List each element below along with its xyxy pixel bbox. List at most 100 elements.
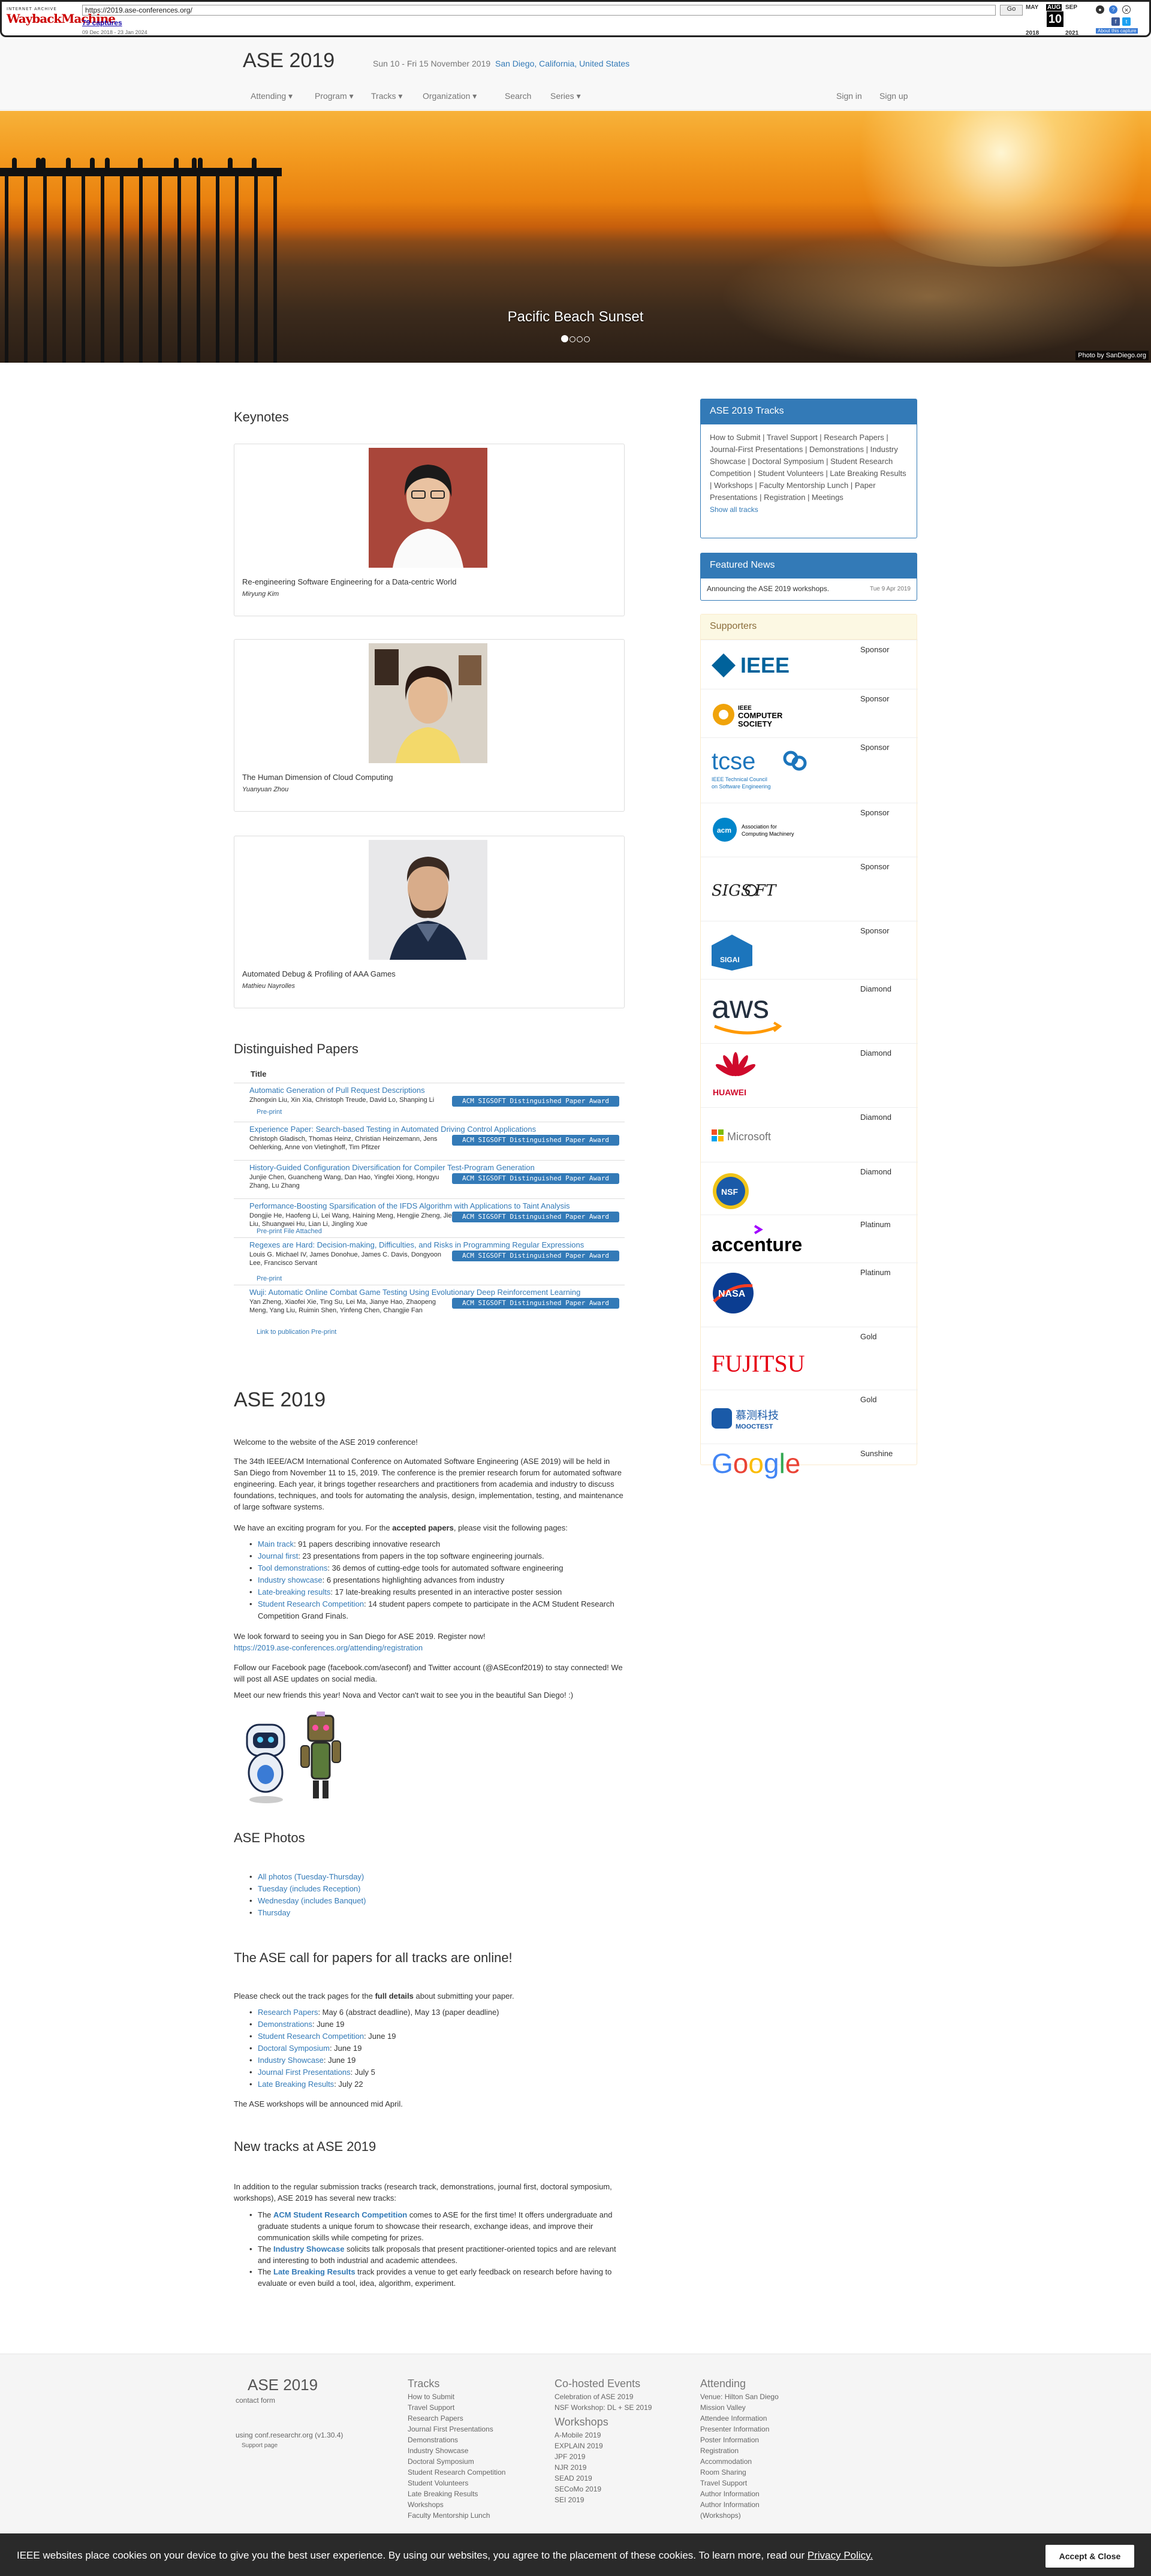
- location-link[interactable]: San Diego, California, United States: [495, 59, 629, 68]
- month-next[interactable]: SEP: [1065, 4, 1077, 11]
- footer-link[interactable]: Industry Showcase: [408, 2445, 505, 2456]
- wayback-captures-link[interactable]: 79 captures: [82, 19, 122, 27]
- footer-link[interactable]: SEI 2019: [555, 2494, 652, 2505]
- footer-link[interactable]: Research Papers: [408, 2413, 505, 2424]
- footer-link[interactable]: A-Mobile 2019: [555, 2430, 652, 2441]
- contact-form-link[interactable]: contact form: [236, 2395, 343, 2406]
- track-link[interactable]: Tool demonstrations: [258, 1563, 327, 1572]
- supporter-row[interactable]: SIGS FT Sponsor: [701, 857, 918, 921]
- photos-link[interactable]: All photos (Tuesday-Thursday): [258, 1872, 364, 1881]
- track-link[interactable]: Demonstrations: [258, 2020, 312, 2029]
- photos-link[interactable]: Thursday: [258, 1908, 290, 1917]
- footer-link[interactable]: Poster Information: [700, 2435, 790, 2445]
- user-icon[interactable]: ●: [1096, 5, 1104, 14]
- footer-link[interactable]: Travel Support: [408, 2402, 505, 2413]
- footer-link[interactable]: Journal First Presentations: [408, 2424, 505, 2435]
- month-prev[interactable]: MAY: [1026, 4, 1038, 11]
- photos-link[interactable]: Tuesday (includes Reception): [258, 1884, 361, 1893]
- keynote-title[interactable]: The Human Dimension of Cloud Computing: [242, 773, 393, 782]
- supporter-row[interactable]: aws Diamond: [701, 979, 918, 1043]
- nav-program[interactable]: Program ▾: [315, 91, 354, 101]
- footer-brand[interactable]: ASE 2019: [248, 2377, 343, 2393]
- paper-title[interactable]: Experience Paper: Search-based Testing i…: [249, 1125, 609, 1134]
- track-link[interactable]: Industry showcase: [258, 1575, 323, 1584]
- footer-link[interactable]: Celebration of ASE 2019: [555, 2391, 652, 2402]
- carousel-dot[interactable]: [561, 335, 568, 342]
- track-link[interactable]: Student Research Competition: [258, 1599, 364, 1608]
- sign-up-link[interactable]: Sign up: [879, 91, 908, 101]
- close-icon[interactable]: ✕: [1122, 5, 1131, 14]
- privacy-policy-link[interactable]: Privacy Policy.: [807, 2550, 873, 2561]
- track-link[interactable]: Doctoral Symposium: [258, 2044, 330, 2053]
- footer-link[interactable]: Venue: Hilton San Diego Mission Valley: [700, 2391, 790, 2413]
- registration-link[interactable]: https://2019.ase-conferences.org/attendi…: [234, 1643, 423, 1652]
- supporter-row[interactable]: Microsoft Diamond: [701, 1107, 918, 1162]
- track-link[interactable]: Late-breaking results: [258, 1587, 330, 1596]
- footer-link[interactable]: Workshops: [408, 2499, 505, 2510]
- accept-close-button[interactable]: Accept & Close: [1045, 2545, 1134, 2568]
- tracks-links[interactable]: How to Submit | Travel Support | Researc…: [710, 432, 908, 504]
- about-capture-link[interactable]: About this capture: [1096, 28, 1138, 34]
- keynote-title[interactable]: Automated Debug & Profiling of AAA Games: [242, 969, 396, 978]
- supporter-row[interactable]: HUAWEI Diamond: [701, 1043, 918, 1107]
- carousel-dot[interactable]: [570, 336, 576, 342]
- hero-carousel[interactable]: Pacific Beach Sunset Photo by SanDiego.o…: [0, 111, 1151, 363]
- nav-tracks[interactable]: Tracks ▾: [371, 91, 402, 101]
- wayback-logo[interactable]: INTERNET ARCHIVE WaybackMachine: [7, 7, 116, 33]
- footer-link[interactable]: NJR 2019: [555, 2462, 652, 2473]
- keynote-speaker[interactable]: Yuanyuan Zhou: [242, 786, 288, 793]
- footer-link[interactable]: Student Volunteers: [408, 2478, 505, 2488]
- paper-links[interactable]: Pre-print File Attached: [257, 1228, 322, 1235]
- show-all-tracks-link[interactable]: Show all tracks: [710, 505, 758, 514]
- paper-links[interactable]: Pre-print: [257, 1275, 282, 1282]
- track-link[interactable]: Journal First Presentations: [258, 2068, 351, 2077]
- footer-link[interactable]: Travel Support: [700, 2478, 790, 2488]
- footer-link[interactable]: JPF 2019: [555, 2451, 652, 2462]
- keynote-speaker[interactable]: Mathieu Nayrolles: [242, 983, 295, 990]
- facebook-icon[interactable]: f: [1111, 17, 1120, 26]
- footer-link[interactable]: Registration: [700, 2445, 790, 2456]
- track-link[interactable]: Research Papers: [258, 2008, 318, 2017]
- supporter-row[interactable]: acm Association for Computing Machinery Sp…: [701, 803, 918, 857]
- keynote-speaker[interactable]: Miryung Kim: [242, 590, 279, 598]
- track-link[interactable]: Late Breaking Results: [258, 2080, 334, 2089]
- track-link[interactable]: ACM Student Research Competition: [273, 2210, 407, 2219]
- paper-title[interactable]: Performance-Boosting Sparsification of t…: [249, 1201, 609, 1210]
- twitter-icon[interactable]: t: [1122, 17, 1131, 26]
- powered-by-link[interactable]: using conf.researchr.org (v1.30.4): [236, 2430, 343, 2441]
- track-link[interactable]: Journal first: [258, 1551, 298, 1560]
- supporter-row[interactable]: IEEE COMPUTER SOCIETY Sponsor: [701, 689, 918, 737]
- footer-link[interactable]: Author Information (Workshops): [700, 2499, 772, 2521]
- nav-series[interactable]: Series ▾: [550, 91, 581, 101]
- year-prev[interactable]: 2018: [1026, 30, 1039, 37]
- track-link[interactable]: Main track: [258, 1539, 294, 1548]
- photos-link[interactable]: Wednesday (includes Banquet): [258, 1896, 366, 1905]
- footer-link[interactable]: Attendee Information: [700, 2413, 790, 2424]
- footer-link[interactable]: Doctoral Symposium: [408, 2456, 505, 2467]
- supporter-row[interactable]: Google Sunshine: [701, 1444, 918, 1479]
- footer-link[interactable]: Late Breaking Results: [408, 2488, 505, 2499]
- footer-link[interactable]: How to Submit: [408, 2391, 505, 2402]
- supporter-row[interactable]: accenture Platinum: [701, 1215, 918, 1263]
- track-link[interactable]: Industry Showcase: [258, 2056, 324, 2065]
- footer-link[interactable]: Author Information: [700, 2488, 790, 2499]
- keynote-title[interactable]: Re-engineering Software Engineering for …: [242, 577, 456, 586]
- track-link[interactable]: Student Research Competition: [258, 2032, 364, 2041]
- footer-link[interactable]: SECoMo 2019: [555, 2484, 652, 2494]
- supporter-row[interactable]: NASA Platinum: [701, 1263, 918, 1327]
- supporter-row[interactable]: SIGAI Sponsor: [701, 921, 918, 979]
- support-page-link[interactable]: Support page: [242, 2441, 343, 2451]
- footer-link[interactable]: SEAD 2019: [555, 2473, 652, 2484]
- news-item[interactable]: Announcing the ASE 2019 workshops.: [707, 585, 829, 593]
- carousel-dot[interactable]: [577, 336, 583, 342]
- nav-search[interactable]: Search: [505, 91, 531, 101]
- wayback-url-input[interactable]: https://2019.ase-conferences.org/: [82, 5, 996, 16]
- sign-in-link[interactable]: Sign in: [836, 91, 862, 101]
- paper-links[interactable]: Pre-print: [257, 1108, 282, 1116]
- paper-links[interactable]: Link to publication Pre-print: [257, 1328, 336, 1336]
- footer-link[interactable]: NSF Workshop: DL + SE 2019: [555, 2402, 652, 2413]
- paper-title[interactable]: History-Guided Configuration Diversifica…: [249, 1163, 609, 1172]
- nav-organization[interactable]: Organization ▾: [423, 91, 477, 101]
- nav-attending[interactable]: Attending ▾: [251, 91, 293, 101]
- footer-link[interactable]: Accommodation: [700, 2456, 790, 2467]
